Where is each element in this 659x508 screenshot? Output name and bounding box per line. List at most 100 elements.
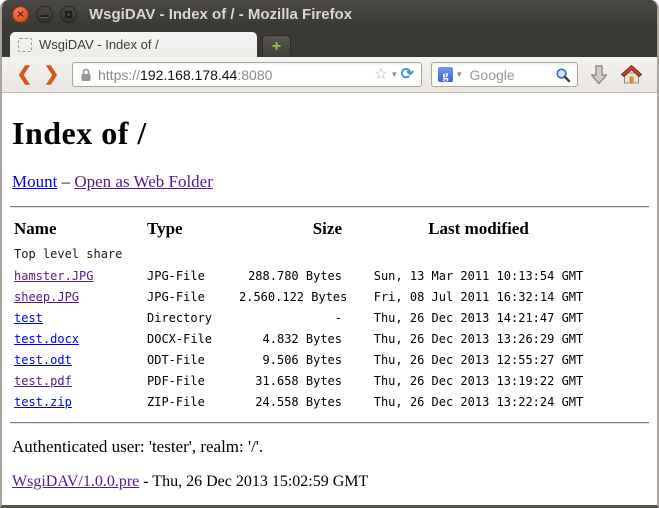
file-type-cell: Directory: [143, 307, 235, 328]
url-port: :8080: [237, 67, 272, 83]
file-table: Name Type Size Last modified Top level s…: [10, 216, 611, 412]
url-text: https://192.168.178.44:8080: [98, 67, 272, 83]
table-row: test.docx DOCX-File4.832 BytesThu, 26 Dec…: [10, 328, 611, 349]
home-button[interactable]: [620, 64, 643, 85]
file-size-cell: 2.560.122 Bytes: [235, 286, 346, 307]
search-bar[interactable]: g ▾ Google: [431, 62, 578, 87]
column-header-type: Type: [143, 216, 235, 244]
file-name-cell: test.docx: [10, 328, 143, 349]
auth-status-text: Authenticated user: 'tester', realm: '/'…: [12, 437, 649, 457]
file-size-cell: 288.780 Bytes: [235, 265, 346, 286]
file-link[interactable]: test.odt: [14, 353, 72, 367]
divider-top: [10, 206, 649, 208]
column-header-modified: Last modified: [346, 216, 611, 244]
title-bar: × WsgiDAV - Index of / - Mozilla Firefox: [2, 0, 657, 28]
close-icon: ×: [17, 8, 24, 20]
table-note-row: Top level share: [10, 244, 611, 265]
tab-bar: WsgiDAV - Index of / +: [2, 28, 657, 57]
plus-icon: +: [272, 39, 281, 55]
minimize-button[interactable]: [36, 6, 53, 23]
download-button[interactable]: [589, 64, 609, 86]
google-favicon[interactable]: g: [438, 67, 453, 82]
divider-bottom: [10, 422, 649, 424]
share-note: Top level share: [10, 244, 611, 265]
file-type-cell: JPG-File: [143, 265, 235, 286]
tab-label: WsgiDAV - Index of /: [39, 37, 159, 52]
file-type-cell: DOCX-File: [143, 328, 235, 349]
server-signature: WsgiDAV/1.0.0.pre - Thu, 26 Dec 2013 15:…: [12, 473, 649, 491]
bookmark-star-icon[interactable]: ☆: [374, 67, 388, 83]
search-icon[interactable]: [555, 67, 571, 83]
tab-wsgidav[interactable]: WsgiDAV - Index of /: [10, 32, 257, 57]
new-tab-button[interactable]: +: [262, 35, 291, 57]
file-name-cell: sheep.JPG: [10, 286, 143, 307]
file-type-cell: ZIP-File: [143, 391, 235, 412]
lock-icon: [80, 68, 92, 82]
file-name-cell: test.zip: [10, 391, 143, 412]
file-link[interactable]: test.zip: [14, 395, 72, 409]
table-row: test Directory-Thu, 26 Dec 2013 14:21:47 …: [10, 307, 611, 328]
page-content: Index of / Mount – Open as Web Folder Na…: [2, 93, 657, 505]
search-engine-dropdown-icon[interactable]: ▾: [457, 70, 462, 79]
file-type-cell: PDF-File: [143, 370, 235, 391]
file-size-cell: 9.506 Bytes: [235, 349, 346, 370]
file-size-cell: 4.832 Bytes: [235, 328, 346, 349]
file-link[interactable]: test.pdf: [14, 374, 72, 388]
open-web-folder-link[interactable]: Open as Web Folder: [74, 172, 213, 191]
table-row: test.odt ODT-File9.506 BytesThu, 26 Dec 2…: [10, 349, 611, 370]
maximize-button[interactable]: [60, 6, 77, 23]
back-arrow-icon: ❮: [17, 64, 33, 85]
file-modified-cell: Fri, 08 Jul 2011 16:32:14 GMT: [346, 286, 611, 307]
page-title: Index of /: [12, 115, 649, 152]
table-row: hamster.JPG JPG-File288.780 BytesSun, 13 …: [10, 265, 611, 286]
file-modified-cell: Thu, 26 Dec 2013 13:26:29 GMT: [346, 328, 611, 349]
file-type-cell: JPG-File: [143, 286, 235, 307]
file-modified-cell: Sun, 13 Mar 2011 10:13:54 GMT: [346, 265, 611, 286]
page-nav-links: Mount – Open as Web Folder: [12, 172, 649, 192]
file-type-cell: ODT-File: [143, 349, 235, 370]
file-size-cell: 24.558 Bytes: [235, 391, 346, 412]
forward-arrow-icon: ❯: [44, 64, 60, 85]
url-bar[interactable]: https://192.168.178.44:8080 ☆ ▾ ⟳: [72, 62, 422, 87]
mount-link[interactable]: Mount: [12, 172, 57, 191]
google-letter: g: [443, 69, 449, 81]
file-link[interactable]: test: [14, 311, 43, 325]
file-name-cell: hamster.JPG: [10, 265, 143, 286]
file-link[interactable]: sheep.JPG: [14, 290, 79, 304]
file-modified-cell: Thu, 26 Dec 2013 13:22:24 GMT: [346, 391, 611, 412]
forward-button[interactable]: ❯: [38, 65, 65, 84]
file-name-cell: test.pdf: [10, 370, 143, 391]
window-title: WsgiDAV - Index of / - Mozilla Firefox: [89, 6, 352, 23]
table-row: test.pdf PDF-File31.658 BytesThu, 26 Dec …: [10, 370, 611, 391]
url-scheme: https://: [98, 67, 140, 83]
file-modified-cell: Thu, 26 Dec 2013 12:55:27 GMT: [346, 349, 611, 370]
file-name-cell: test: [10, 307, 143, 328]
url-dropdown-icon[interactable]: ▾: [392, 70, 397, 79]
file-size-cell: 31.658 Bytes: [235, 370, 346, 391]
file-size-cell: -: [235, 307, 346, 328]
home-icon: [620, 64, 643, 85]
wsgidav-version-link[interactable]: WsgiDAV/1.0.0.pre: [12, 473, 139, 490]
file-modified-cell: Thu, 26 Dec 2013 13:19:22 GMT: [346, 370, 611, 391]
url-host: 192.168.178.44: [140, 67, 237, 83]
close-button[interactable]: ×: [12, 6, 29, 23]
server-timestamp: - Thu, 26 Dec 2013 15:02:59 GMT: [139, 473, 368, 490]
favicon-placeholder-icon: [18, 38, 32, 52]
back-button[interactable]: ❮: [11, 65, 38, 84]
nav-separator: –: [62, 172, 71, 191]
column-header-size: Size: [235, 216, 346, 244]
navigation-toolbar: ❮ ❯ https://192.168.178.44:8080 ☆ ▾ ⟳ g …: [2, 57, 657, 93]
file-modified-cell: Thu, 26 Dec 2013 14:21:47 GMT: [346, 307, 611, 328]
search-input[interactable]: Google: [470, 67, 555, 83]
file-name-cell: test.odt: [10, 349, 143, 370]
file-table-body: hamster.JPG JPG-File288.780 BytesSun, 13 …: [10, 265, 611, 412]
table-row: sheep.JPG JPG-File2.560.122 BytesFri, 08 …: [10, 286, 611, 307]
column-header-name: Name: [10, 216, 143, 244]
reload-icon[interactable]: ⟳: [401, 67, 414, 83]
table-row: test.zip ZIP-File24.558 BytesThu, 26 Dec …: [10, 391, 611, 412]
file-link[interactable]: test.docx: [14, 332, 79, 346]
table-header-row: Name Type Size Last modified: [10, 216, 611, 244]
file-link[interactable]: hamster.JPG: [14, 269, 93, 283]
download-arrow-icon: [589, 64, 609, 86]
firefox-window: × WsgiDAV - Index of / - Mozilla Firefox…: [0, 0, 659, 508]
